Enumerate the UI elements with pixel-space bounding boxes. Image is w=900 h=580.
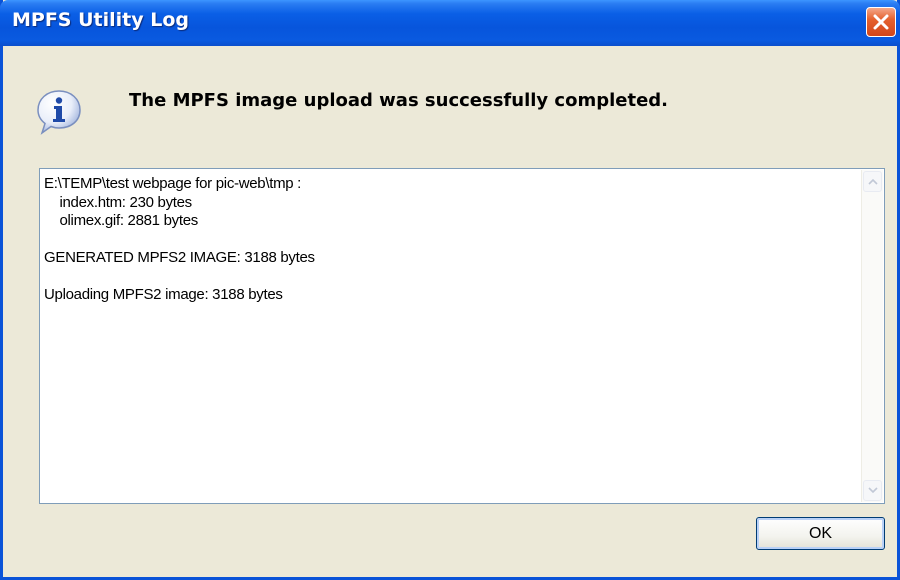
- dialog-window: MPFS Utility Log The MPFS image upload w…: [0, 0, 900, 580]
- vertical-scrollbar[interactable]: [861, 170, 883, 502]
- log-line: GENERATED MPFS2 IMAGE: 3188 bytes: [44, 249, 315, 266]
- scroll-up-button[interactable]: [863, 171, 882, 192]
- log-line: Uploading MPFS2 image: 3188 bytes: [44, 286, 283, 303]
- scroll-down-button[interactable]: [863, 480, 882, 501]
- ok-button[interactable]: OK: [756, 517, 885, 550]
- close-button[interactable]: [866, 7, 896, 37]
- title-bar[interactable]: MPFS Utility Log: [0, 0, 900, 46]
- log-content: E:\TEMP\test webpage for pic-web\tmp : i…: [44, 175, 854, 499]
- window-title: MPFS Utility Log: [12, 9, 190, 31]
- chevron-up-icon: [868, 178, 878, 185]
- log-line: index.htm: 230 bytes: [44, 193, 192, 211]
- close-icon: [873, 14, 889, 30]
- log-textarea[interactable]: E:\TEMP\test webpage for pic-web\tmp : i…: [39, 168, 885, 504]
- chevron-down-icon: [868, 487, 878, 494]
- log-line: E:\TEMP\test webpage for pic-web\tmp :: [44, 175, 302, 192]
- info-icon: [37, 90, 81, 135]
- log-line: olimex.gif: 2881 bytes: [44, 212, 198, 229]
- status-message: The MPFS image upload was successfully c…: [129, 90, 668, 111]
